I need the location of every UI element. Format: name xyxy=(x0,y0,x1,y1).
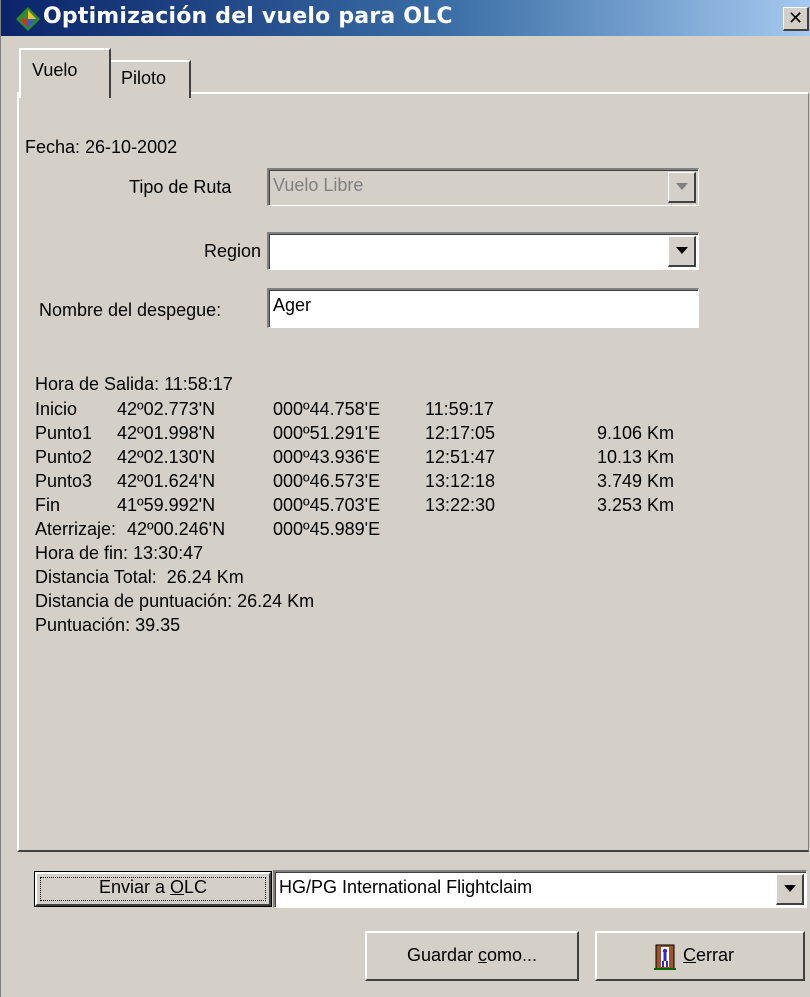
guardar-text-a: Guardar xyxy=(406,945,478,965)
point-name: Fin xyxy=(35,495,61,515)
enviar-olc-button[interactable]: Enviar a OLC xyxy=(34,871,272,907)
tab-piloto[interactable]: Piloto xyxy=(111,60,191,98)
tab-vuelo[interactable]: Vuelo xyxy=(19,48,111,98)
enviar-olc-label: Enviar a OLC xyxy=(99,877,207,897)
point-time: 13:22:30 xyxy=(425,495,496,515)
point-dist: 3.253 Km xyxy=(597,495,675,515)
claim-type-select[interactable]: HG/PG International Flightclaim xyxy=(273,870,807,908)
point-lon: 000º43.936'E xyxy=(273,447,381,467)
point-time: 12:51:47 xyxy=(425,447,496,467)
point-dist: 9.106 Km xyxy=(597,423,675,443)
despegue-value: Ager xyxy=(273,295,312,315)
chevron-down-icon xyxy=(784,885,796,892)
point-lat: 41º59.992'N xyxy=(117,495,216,515)
enviar-text-b: LC xyxy=(184,877,208,897)
claim-type-value: HG/PG International Flightclaim xyxy=(279,877,533,897)
landing-lon: 000º45.989'E xyxy=(273,519,381,539)
point-lon: 000º51.291'E xyxy=(273,423,381,443)
distancia-puntuacion-text: Distancia de puntuación: 26.24 Km xyxy=(35,591,315,611)
guardar-text-b: omo... xyxy=(487,945,538,965)
region-dropdown-button[interactable] xyxy=(668,236,696,267)
despegue-input[interactable]: Ager xyxy=(267,288,699,328)
guardar-como-button[interactable]: Guardar como... xyxy=(365,931,579,981)
point-lon: 000º46.573'E xyxy=(273,471,381,491)
guardar-como-label: Guardar como... xyxy=(407,945,537,965)
point-time: 11:59:17 xyxy=(425,399,494,419)
point-dist: 10.13 Km xyxy=(597,447,675,467)
door-exit-icon xyxy=(654,944,676,970)
guardar-text-accel: c xyxy=(478,945,487,965)
olc-dialog: Optimización del vuelo para OLC ✕ Vuelo … xyxy=(0,0,810,997)
landing-name: Aterrizaje: xyxy=(35,519,117,539)
app-logo-icon xyxy=(16,7,40,31)
tab-piloto-label: Piloto xyxy=(121,68,167,88)
hora-fin-text: Hora de fin: 13:30:47 xyxy=(35,543,204,563)
distancia-total-text: Distancia Total: 26.24 Km xyxy=(35,567,244,587)
tipo-ruta-select[interactable]: Vuelo Libre xyxy=(267,168,699,206)
point-lat: 42º01.624'N xyxy=(117,471,216,491)
hora-salida-text: Hora de Salida: 11:58:17 xyxy=(35,374,233,394)
point-name: Punto2 xyxy=(35,447,93,467)
enviar-text-accel: O xyxy=(170,877,185,897)
tipo-ruta-label: Tipo de Ruta xyxy=(129,177,232,197)
point-time: 13:12:18 xyxy=(425,471,496,491)
cerrar-button[interactable]: Cerrar xyxy=(595,931,805,981)
enviar-text-a: Enviar a xyxy=(98,877,170,897)
point-time: 12:17:05 xyxy=(425,423,496,443)
point-lon: 000º44.758'E xyxy=(273,399,381,419)
tipo-ruta-dropdown-button[interactable] xyxy=(668,172,696,203)
chevron-down-icon xyxy=(676,247,688,254)
chevron-down-icon xyxy=(676,183,688,190)
landing-lat: 42º00.246'N xyxy=(127,519,226,539)
close-icon: ✕ xyxy=(787,8,804,28)
claim-type-dropdown-button[interactable] xyxy=(776,874,804,905)
title-bar[interactable]: Optimización del vuelo para OLC ✕ xyxy=(1,0,810,36)
despegue-label: Nombre del despegue: xyxy=(39,300,222,320)
fecha-text: Fecha: 26-10-2002 xyxy=(25,137,178,157)
point-name: Punto1 xyxy=(35,423,93,443)
point-lat: 42º02.130'N xyxy=(117,447,216,467)
region-select[interactable] xyxy=(267,232,699,270)
tipo-ruta-value: Vuelo Libre xyxy=(273,175,364,195)
cerrar-text-b: errar xyxy=(696,945,735,965)
point-dist: 3.749 Km xyxy=(597,471,675,491)
window-title: Optimización del vuelo para OLC xyxy=(43,4,453,29)
region-label: Region xyxy=(204,241,262,261)
cerrar-label: Cerrar xyxy=(683,945,734,966)
point-lat: 42º02.773'N xyxy=(117,399,216,419)
point-lat: 42º01.998'N xyxy=(117,423,216,443)
point-name: Punto3 xyxy=(35,471,93,491)
puntuacion-text: Puntuación: 39.35 xyxy=(35,615,181,635)
close-button[interactable]: ✕ xyxy=(783,7,809,31)
point-name: Inicio xyxy=(35,399,78,419)
tab-vuelo-label: Vuelo xyxy=(32,60,78,80)
point-lon: 000º45.703'E xyxy=(273,495,381,515)
cerrar-text-accel: C xyxy=(683,945,696,965)
